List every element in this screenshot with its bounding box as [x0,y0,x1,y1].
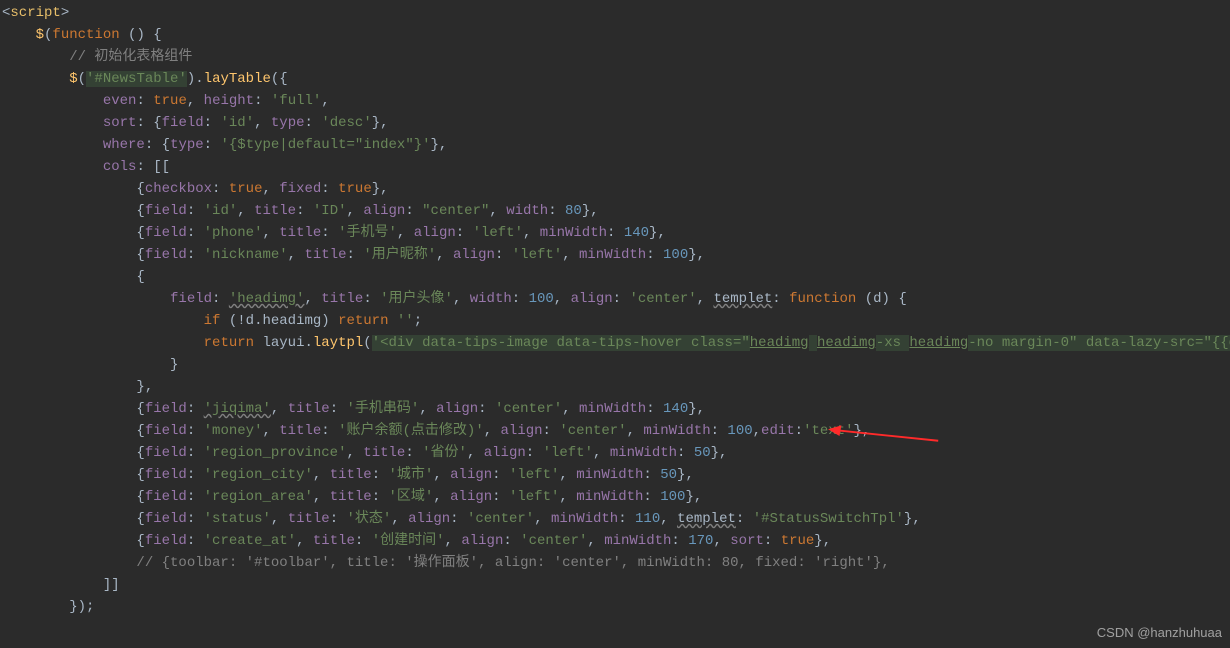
code-editor[interactable]: <script> $(function () { // 初始化表格组件 $('#… [0,0,1230,618]
jquery-dollar: $ [36,27,44,43]
comment: // 初始化表格组件 [69,49,192,65]
selector-string: '#NewsTable' [86,71,187,87]
watermark: CSDN @hanzhuhuaa [1097,622,1222,644]
html-tag: script [10,5,60,21]
